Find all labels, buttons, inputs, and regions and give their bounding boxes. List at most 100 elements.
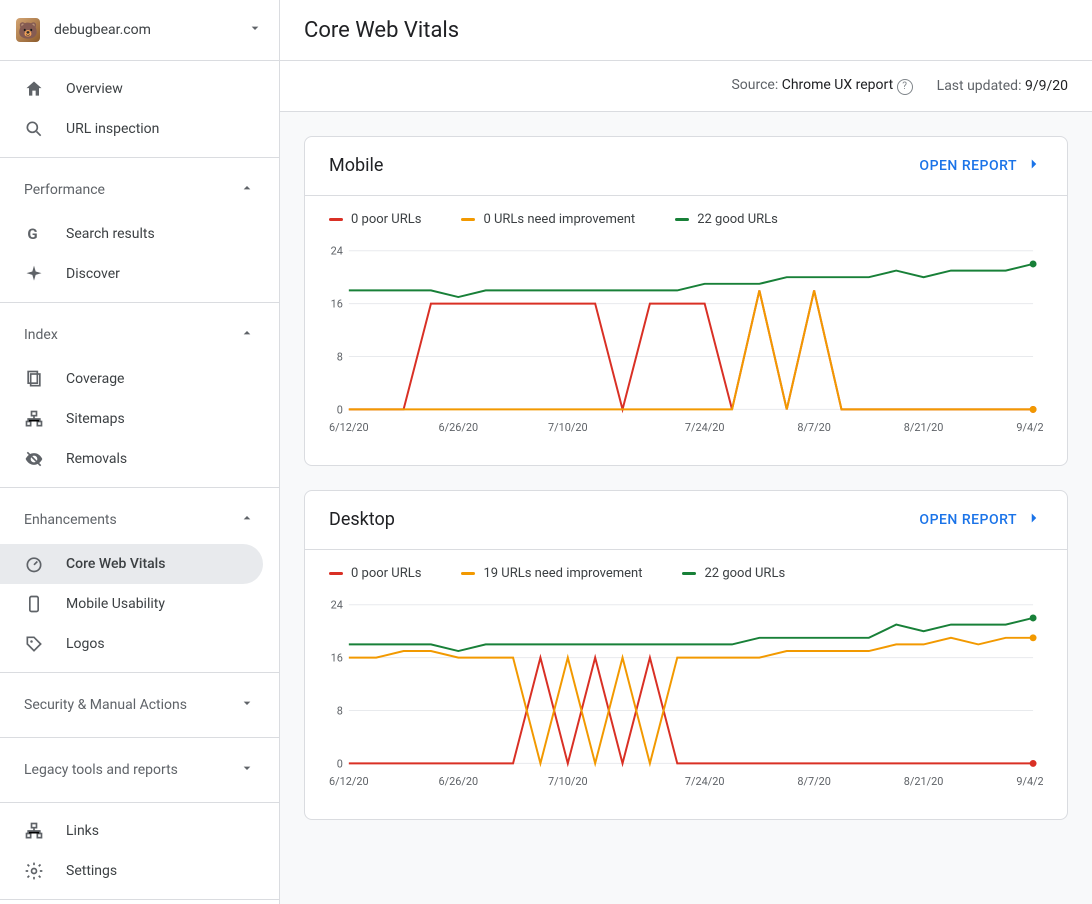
removals-icon (24, 449, 44, 469)
card-title: Mobile (329, 155, 383, 176)
section-title: Performance (24, 182, 105, 198)
svg-text:6/12/20: 6/12/20 (329, 421, 369, 434)
svg-text:6/26/20: 6/26/20 (439, 775, 479, 788)
nav-section-index[interactable]: Index (0, 311, 279, 359)
svg-text:0: 0 (337, 757, 343, 770)
nav-label: Mobile Usability (66, 596, 165, 612)
legend-item: 22 good URLs (675, 212, 778, 227)
chevron-down-icon (239, 695, 255, 715)
g-icon: G (24, 224, 44, 244)
legend-label: 22 good URLs (697, 212, 778, 227)
site-domain: debugbear.com (54, 22, 151, 38)
updated-value: 9/9/20 (1025, 78, 1068, 94)
nav-section-security-manual-actions[interactable]: Security & Manual Actions (0, 681, 279, 729)
legend-swatch (461, 218, 475, 221)
card-title: Desktop (329, 509, 395, 530)
legend-swatch (675, 218, 689, 221)
section-title: Legacy tools and reports (24, 762, 178, 778)
settings-icon (24, 861, 44, 881)
nav-scroll: Overview URL inspection Performance G Se… (0, 60, 279, 904)
page-title: Core Web Vitals (280, 0, 1092, 60)
section-title: Index (24, 327, 58, 343)
nav-item-sitemaps[interactable]: Sitemaps (0, 399, 263, 439)
nav-item-search-results[interactable]: G Search results (0, 214, 263, 254)
svg-text:7/24/20: 7/24/20 (685, 421, 725, 434)
chevron-down-icon (239, 760, 255, 780)
nav-section-performance[interactable]: Performance (0, 166, 279, 214)
nav-item-core-web-vitals[interactable]: Core Web Vitals (0, 544, 263, 584)
svg-text:7/24/20: 7/24/20 (685, 775, 725, 788)
sitemaps-icon (24, 409, 44, 429)
site-selector[interactable]: 🐻 debugbear.com (0, 0, 279, 60)
svg-text:24: 24 (331, 244, 343, 257)
legend-swatch (682, 572, 696, 575)
svg-text:9/4/20: 9/4/20 (1016, 421, 1043, 434)
svg-text:7/10/20: 7/10/20 (548, 421, 588, 434)
legend-label: 22 good URLs (704, 566, 785, 581)
main: Core Web Vitals Source: Chrome UX report… (280, 0, 1092, 904)
chevron-right-icon (1025, 155, 1043, 177)
nav-item-mobile-usability[interactable]: Mobile Usability (0, 584, 263, 624)
chevron-up-icon (239, 325, 255, 345)
source-label: Source: (731, 77, 778, 93)
nav-item-settings[interactable]: Settings (0, 851, 263, 891)
nav-label: Logos (66, 636, 105, 652)
svg-text:24: 24 (331, 598, 343, 611)
nav-item-overview[interactable]: Overview (0, 69, 263, 109)
legend-swatch (329, 572, 343, 575)
legend-item: 19 URLs need improvement (461, 566, 642, 581)
nav-label: Overview (66, 81, 123, 97)
nav-label: Removals (66, 451, 127, 467)
card-desktop: Desktop OPEN REPORT 0 poor URLs 19 URLs … (304, 490, 1068, 820)
chart-mobile: 0816246/12/206/26/207/10/207/24/208/7/20… (305, 235, 1067, 465)
discover-icon (24, 264, 44, 284)
nav-section-legacy-tools-and-reports[interactable]: Legacy tools and reports (0, 746, 279, 794)
nav-label: Sitemaps (66, 411, 125, 427)
legend-label: 19 URLs need improvement (483, 566, 642, 581)
nav-label: Coverage (66, 371, 124, 387)
svg-text:8: 8 (337, 704, 343, 717)
legend-item: 0 poor URLs (329, 212, 421, 227)
speed-icon (24, 554, 44, 574)
updated-label: Last updated: (937, 78, 1022, 94)
chart-legend: 0 poor URLs 0 URLs need improvement 22 g… (305, 196, 1067, 235)
svg-text:6/26/20: 6/26/20 (439, 421, 479, 434)
nav-section-enhancements[interactable]: Enhancements (0, 496, 279, 544)
section-title: Security & Manual Actions (24, 697, 187, 713)
nav-label: Links (66, 823, 99, 839)
legend-label: 0 poor URLs (351, 566, 421, 581)
svg-text:9/4/20: 9/4/20 (1016, 775, 1043, 788)
svg-text:7/10/20: 7/10/20 (548, 775, 588, 788)
open-report-label: OPEN REPORT (919, 512, 1017, 528)
open-report-link[interactable]: OPEN REPORT (919, 155, 1043, 177)
nav-label: URL inspection (66, 121, 159, 137)
nav-item-coverage[interactable]: Coverage (0, 359, 263, 399)
svg-text:16: 16 (331, 651, 343, 664)
open-report-link[interactable]: OPEN REPORT (919, 509, 1043, 531)
links-icon (24, 821, 44, 841)
legend-label: 0 poor URLs (351, 212, 421, 227)
url-icon (24, 119, 44, 139)
nav-item-links[interactable]: Links (0, 811, 263, 851)
chart-desktop: 0816246/12/206/26/207/10/207/24/208/7/20… (305, 589, 1067, 819)
help-icon[interactable]: ? (897, 79, 913, 95)
chevron-right-icon (1025, 509, 1043, 531)
nav-item-discover[interactable]: Discover (0, 254, 263, 294)
sidebar: 🐻 debugbear.com Overview URL inspection … (0, 0, 280, 904)
nav-item-logos[interactable]: Logos (0, 624, 263, 664)
legend-swatch (461, 572, 475, 575)
nav-item-removals[interactable]: Removals (0, 439, 263, 479)
legend-item: 0 URLs need improvement (461, 212, 635, 227)
legend-swatch (329, 218, 343, 221)
chevron-down-icon (247, 20, 263, 40)
logos-icon (24, 634, 44, 654)
nav-label: Core Web Vitals (66, 556, 165, 572)
legend-item: 22 good URLs (682, 566, 785, 581)
svg-text:8/21/20: 8/21/20 (904, 421, 944, 434)
svg-text:6/12/20: 6/12/20 (329, 775, 369, 788)
overview-icon (24, 79, 44, 99)
source-value: Chrome UX report (782, 77, 893, 93)
nav-item-url-inspection[interactable]: URL inspection (0, 109, 263, 149)
mobile-icon (24, 594, 44, 614)
chevron-up-icon (239, 180, 255, 200)
